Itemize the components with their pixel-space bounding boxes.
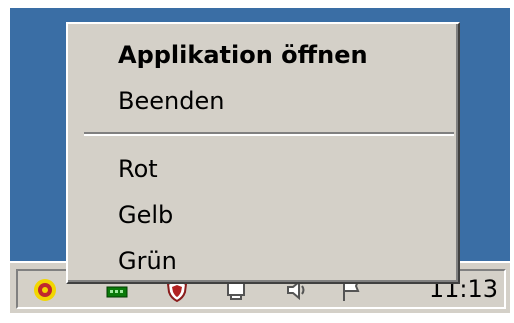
menu-item-exit[interactable]: Beenden	[118, 86, 224, 116]
menu-item-open-application[interactable]: Applikation öffnen	[118, 40, 368, 70]
menu-item-red[interactable]: Rot	[118, 154, 158, 184]
menu-separator	[84, 132, 454, 136]
menu-item-yellow[interactable]: Gelb	[118, 200, 173, 230]
menu-item-green[interactable]: Grün	[118, 246, 177, 276]
color-app-icon[interactable]	[32, 277, 58, 303]
tray-context-menu: Applikation öffnen Beenden Rot Gelb Grün	[66, 22, 460, 284]
